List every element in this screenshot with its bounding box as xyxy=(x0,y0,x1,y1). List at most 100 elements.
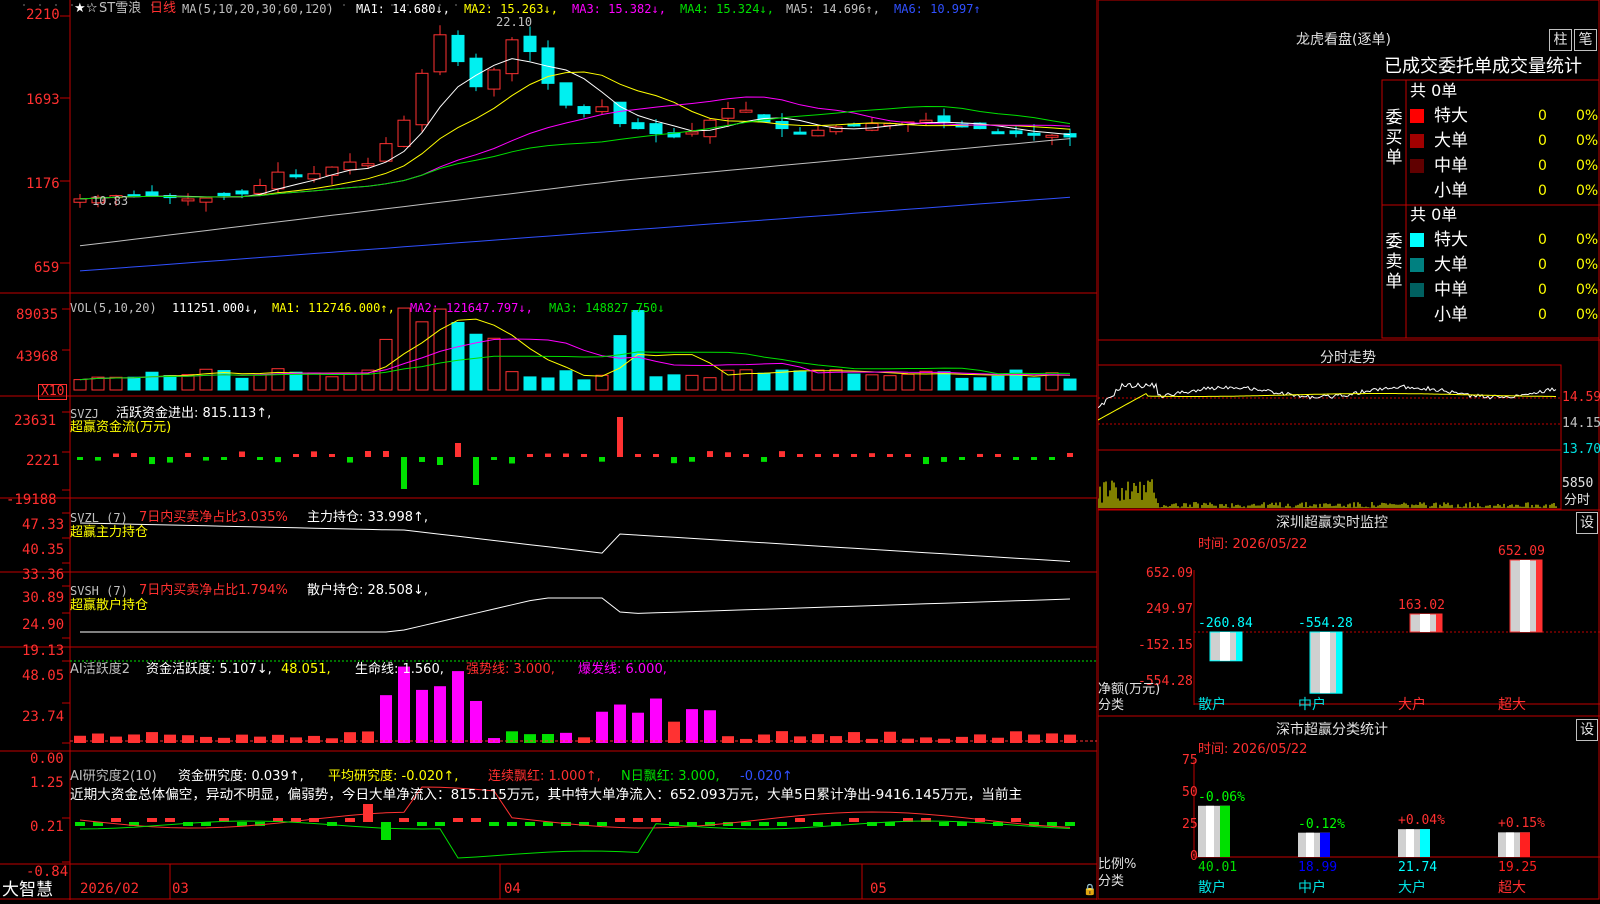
order-count: 0 xyxy=(1538,158,1547,174)
activity-bar xyxy=(614,704,626,743)
activity-bar xyxy=(524,734,536,743)
order-pct: 0% xyxy=(1576,183,1599,199)
research-bar xyxy=(1047,822,1057,826)
sz-class-y-tick: 25 xyxy=(1182,817,1198,832)
sz-class-settings-button[interactable]: 设 xyxy=(1576,719,1598,741)
fund-flow-bar xyxy=(437,457,443,465)
fund-flow-bar xyxy=(347,457,353,463)
stroke-view-button[interactable]: 笔 xyxy=(1574,29,1597,51)
activity-bar xyxy=(974,734,986,743)
activity-bar xyxy=(200,736,212,743)
fund-flow-bar xyxy=(689,457,695,462)
order-name: 特大 xyxy=(1434,230,1468,250)
svzj-y-tick: 23631 xyxy=(14,413,57,429)
ai2-consecutive-red: 连续飘红: 1.000↑, xyxy=(488,769,601,784)
vol-unit-badge: X10 xyxy=(38,384,68,400)
class-bar xyxy=(1198,805,1230,857)
research-bar xyxy=(75,822,85,826)
high-price-marker: 22.10 xyxy=(496,15,533,29)
fund-flow-bar xyxy=(833,453,839,457)
ai2-value5: -0.020↑ xyxy=(740,769,793,784)
fund-flow-bar xyxy=(869,453,875,457)
class-bar-edge xyxy=(1420,829,1430,857)
fund-flow-bar xyxy=(671,457,677,464)
self-select-star-icon[interactable]: ☆ xyxy=(86,1,98,17)
svzj-y-tick: -19188 xyxy=(6,492,57,508)
research-bar xyxy=(147,818,157,822)
period-label[interactable]: 日线 xyxy=(150,1,176,17)
monitor-bar xyxy=(1309,631,1343,694)
research-bar xyxy=(1011,818,1021,822)
vol-ma2: MA2: 121647.797↓, xyxy=(410,301,533,315)
activity-bar xyxy=(398,666,410,743)
order-color-square xyxy=(1410,233,1424,247)
chart-canvas[interactable] xyxy=(0,0,1098,900)
kline-y-tick: 2210 xyxy=(26,7,60,23)
sz-class-y-tick: 0 xyxy=(1190,849,1198,864)
candle-body xyxy=(235,190,249,195)
fund-flow-bar xyxy=(959,457,965,460)
order-color-square xyxy=(1410,134,1424,148)
monitor-value-label: -554.28 xyxy=(1298,616,1353,631)
sz-class-y-label: 比例% xyxy=(1098,857,1137,872)
bar-view-button[interactable]: 柱 xyxy=(1549,29,1572,51)
research-bar xyxy=(417,822,427,826)
activity-bar xyxy=(686,709,698,743)
volume-bar xyxy=(325,376,339,391)
lock-icon[interactable]: 🔒 xyxy=(1083,882,1097,898)
candle-body xyxy=(433,34,447,73)
monitor-bar-edge xyxy=(1336,632,1342,694)
order-name: 大单 xyxy=(1434,131,1468,151)
favorite-star-icon[interactable]: ★ xyxy=(74,1,86,17)
fund-flow-bar xyxy=(815,454,821,457)
sz-class-y-tick: 75 xyxy=(1182,753,1198,768)
class-bar xyxy=(1398,829,1430,857)
research-bar xyxy=(165,818,175,822)
volume-bar xyxy=(451,322,465,391)
fund-flow-bar xyxy=(1067,452,1073,457)
monitor-bar xyxy=(1409,613,1443,633)
volume-bar xyxy=(847,373,861,391)
activity-bar xyxy=(1064,734,1076,743)
svzl-ratio: 7日内买卖净占比3.035% xyxy=(139,510,288,525)
order-name: 大单 xyxy=(1434,255,1468,275)
volume-bar xyxy=(145,371,159,391)
candle-body xyxy=(199,197,213,203)
volume-bar xyxy=(343,373,357,391)
ai2-y-tick: -0.84 xyxy=(26,864,69,880)
activity-bar xyxy=(794,736,806,743)
ai2-average: 平均研究度: -0.020↑, xyxy=(328,769,459,784)
research-bar xyxy=(957,822,967,826)
sz-monitor-y-tick: 652.09 xyxy=(1146,566,1193,581)
fund-flow-bar xyxy=(995,454,1001,457)
candle-body xyxy=(919,119,933,123)
x-axis-label: 03 xyxy=(172,881,189,897)
candle-body xyxy=(253,185,267,194)
research-bar xyxy=(363,804,373,822)
ma120-line xyxy=(79,196,1071,272)
ai1-activity: 资金活跃度: 5.107↓, xyxy=(146,662,272,677)
chart-area[interactable]: ★ ☆ ST雪浪 日线 MA(5,10,20,30,60,120) MA1: 1… xyxy=(0,0,1098,900)
fund-flow-bar xyxy=(941,457,947,462)
activity-bar xyxy=(452,671,464,743)
ai1-value2: 48.051, xyxy=(281,662,331,677)
volume-bar xyxy=(631,310,645,391)
fund-flow-bar xyxy=(545,453,551,457)
brand-label: 大智慧 xyxy=(2,880,53,900)
monitor-bar-shine xyxy=(1420,614,1430,632)
volume-bar xyxy=(703,377,717,391)
side-canvas xyxy=(1097,0,1600,900)
activity-bar xyxy=(830,736,842,743)
candle-body xyxy=(793,131,807,135)
activity-bar xyxy=(722,736,734,743)
svzl-y-tick: 40.35 xyxy=(22,542,65,558)
monitor-value-label: 163.02 xyxy=(1398,598,1445,613)
dragon-tiger-title: 龙虎看盘(逐单) xyxy=(1296,32,1391,48)
order-pct: 0% xyxy=(1576,108,1599,124)
fund-flow-bar xyxy=(923,457,929,465)
volume-bar xyxy=(109,376,123,391)
activity-bar xyxy=(1046,733,1058,743)
volume-bar xyxy=(541,377,555,391)
sz-monitor-settings-button[interactable]: 设 xyxy=(1576,512,1598,534)
fund-flow-bar xyxy=(149,457,155,465)
